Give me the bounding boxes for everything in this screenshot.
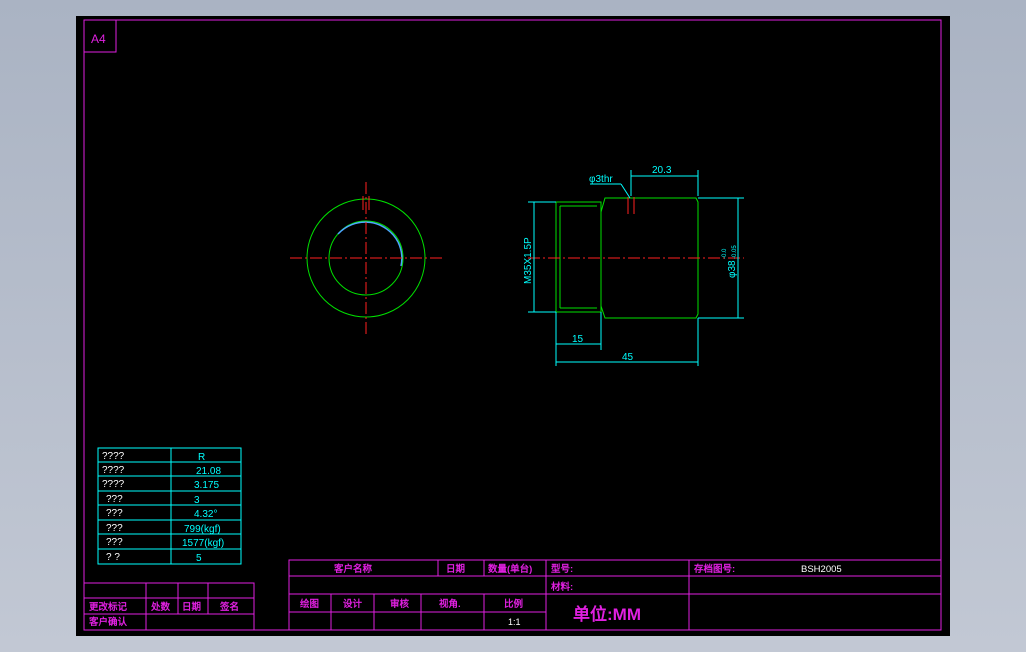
title-model: 型号: [551,563,573,575]
spec-value: 3 [194,495,200,506]
title-quantity: 数量(单台) [487,563,532,575]
dim-thread-hole-label: φ3thr [589,174,613,185]
spec-value: 4.32° [194,509,217,520]
title-scale-value: 1:1 [508,617,521,627]
revision-location: 处数 [150,601,171,613]
sheet-size-label: A4 [91,32,106,46]
spec-value: R [198,452,205,463]
title-block: 客户名称 日期 数量(单台) 型号: 存档图号: BSH2005 材料: 绘图 … [288,559,942,631]
spec-label: ???? [102,465,125,476]
spec-label: ??? [106,537,123,548]
title-review: 审核 [390,598,410,610]
title-archive: 存档图号: [693,563,735,575]
spec-value: 5 [196,553,202,564]
spec-table: ???? R ???? 21.08 ???? 3.175 ??? 3 ??? 4… [97,447,242,565]
dim-thread-label: M35X1.5P [523,237,534,284]
spec-label: ? ? [106,552,120,563]
spec-label: ??? [106,523,123,534]
revision-sign: 签名 [219,601,239,613]
drawing-canvas: A4 20.3 φ3thr M35X1.5P φ38 -0.0 -0.05 15… [83,19,942,631]
thread-section [555,201,602,313]
revision-change-mark: 更改标记 [89,601,128,613]
spec-value: 799(kgf) [184,524,221,535]
revision-block: 更改标记 处数 日期 签名 客户确认 [83,582,255,631]
dim-len-small-label: 15 [572,334,584,345]
title-customer-name: 客户名称 [333,563,373,575]
title-scale: 比例 [504,598,523,610]
title-archive-value: BSH2005 [801,564,842,575]
dim-len-total-label: 45 [622,352,634,363]
title-unit: 单位:MM [573,604,641,624]
side-view [528,197,744,319]
dim-tol-upper: -0.0 [722,248,728,259]
spec-label: ???? [102,451,125,462]
end-view [290,182,444,334]
title-drawn: 绘图 [300,598,319,610]
leader-line [620,183,631,199]
spec-value: 21.08 [196,466,221,477]
revision-date: 日期 [182,601,201,613]
title-date: 日期 [446,563,465,575]
title-view-angle: 视角. [439,598,461,610]
spec-label: ???? [102,479,125,490]
spec-value: 3.175 [194,480,219,491]
spec-label: ??? [106,494,123,505]
dim-diameter-label: φ38 [727,260,738,278]
title-design: 设计 [343,598,363,610]
title-material: 材料: [550,581,573,593]
spec-value: 1577(kgf) [182,538,224,549]
cad-drawing-area[interactable]: A4 20.3 φ3thr M35X1.5P φ38 -0.0 -0.05 15… [76,16,950,636]
spec-label: ??? [106,508,123,519]
dim-tol-lower: -0.05 [732,245,738,259]
thread-arc [337,221,399,243]
dim-offset-label: 20.3 [652,165,672,176]
revision-customer-confirm: 客户确认 [88,616,128,628]
